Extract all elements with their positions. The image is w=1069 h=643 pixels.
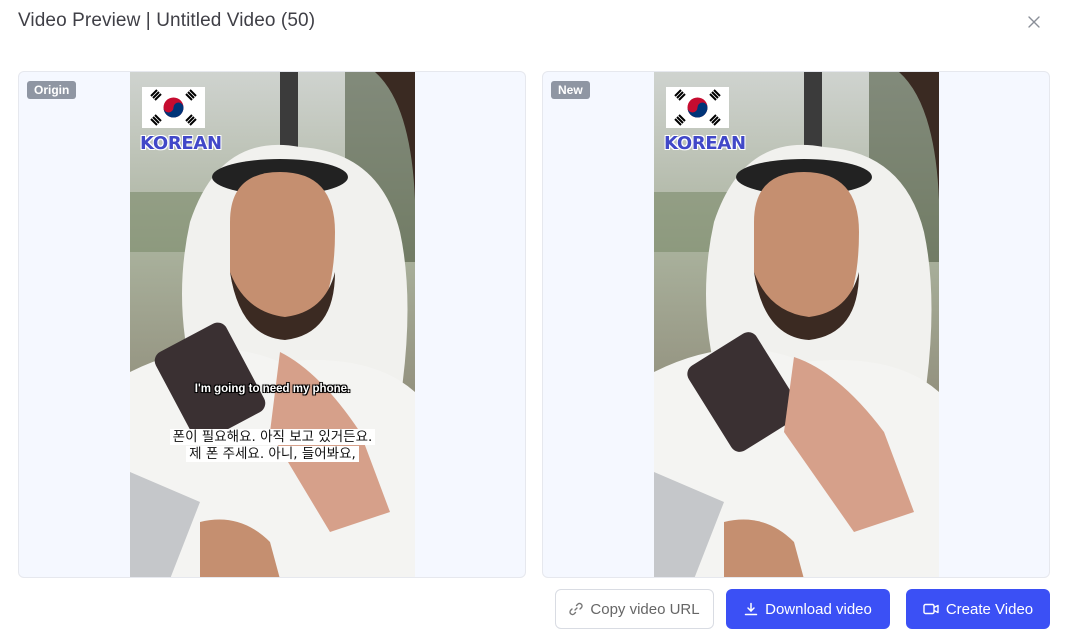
korean-subtitle-line-1: 폰이 필요해요. 아직 보고 있거든요. bbox=[169, 429, 376, 445]
copy-video-url-button[interactable]: Copy video URL bbox=[555, 589, 714, 629]
origin-video-player[interactable]: KOREAN I'm going to need my phone. 폰이 필요… bbox=[130, 72, 415, 577]
video-language-overlay: KOREAN bbox=[140, 133, 222, 154]
download-icon bbox=[744, 602, 758, 616]
korean-subtitle: 폰이 필요해요. 아직 보고 있거든요. 제 폰 주세요. 아니, 들어봐요, bbox=[130, 429, 415, 463]
origin-video-panel: Origin KOREAN I'm going to need my phone… bbox=[18, 71, 526, 578]
dialog-title: Video Preview | Untitled Video (50) bbox=[18, 10, 316, 31]
english-subtitle: I'm going to need my phone. bbox=[194, 383, 351, 395]
download-video-button[interactable]: Download video bbox=[726, 589, 890, 629]
link-icon bbox=[569, 602, 584, 616]
new-video-panel: New KOREAN bbox=[542, 71, 1050, 578]
video-camera-icon bbox=[923, 603, 939, 615]
close-button[interactable] bbox=[1024, 12, 1044, 32]
create-video-label: Create Video bbox=[945, 600, 1034, 618]
south-korea-flag-icon bbox=[142, 87, 205, 128]
copy-video-url-label: Copy video URL bbox=[590, 600, 700, 618]
south-korea-flag-icon bbox=[666, 87, 729, 128]
origin-tag: Origin bbox=[27, 81, 77, 99]
new-video-player[interactable]: KOREAN bbox=[654, 72, 939, 577]
new-tag: New bbox=[551, 81, 590, 99]
download-video-label: Download video bbox=[765, 600, 872, 618]
video-language-overlay: KOREAN bbox=[664, 133, 746, 154]
close-icon bbox=[1028, 16, 1040, 28]
korean-subtitle-line-2: 제 폰 주세요. 아니, 들어봐요, bbox=[186, 446, 359, 462]
create-video-button[interactable]: Create Video bbox=[906, 589, 1050, 629]
